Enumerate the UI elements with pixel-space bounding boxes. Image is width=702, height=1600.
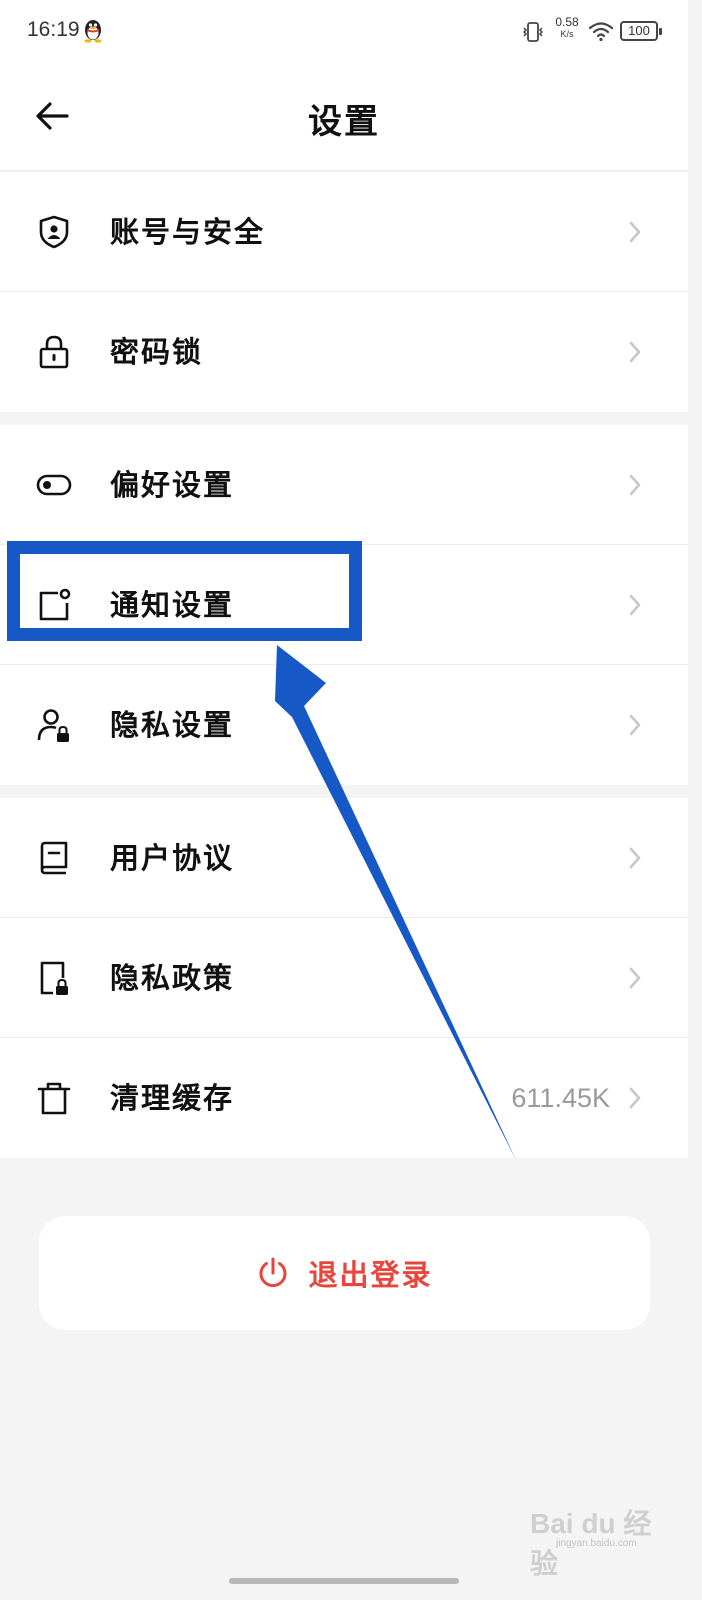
settings-item-label: 清理缓存 (110, 1081, 235, 1115)
user-lock-icon (37, 709, 69, 742)
logout-label: 退出登录 (308, 1258, 433, 1292)
home-indicator[interactable] (229, 1578, 459, 1584)
document-lock-icon (40, 961, 68, 995)
settings-item-label: 偏好设置 (110, 468, 235, 502)
page-title: 设置 (308, 102, 380, 142)
settings-item-label: 通知设置 (110, 588, 235, 622)
settings-item-label: 账号与安全 (110, 215, 266, 249)
settings-item-user-agreement[interactable]: 用户协议 (0, 798, 688, 918)
status-time: 16:19 (27, 18, 80, 41)
page-header: 设置 (0, 62, 688, 171)
chevron-right-icon (629, 341, 641, 363)
baidu-watermark: Bai du 经验 jingyan.baidu.com (524, 1494, 674, 1579)
settings-item-clear-cache[interactable]: 清理缓存 611.45K (0, 1038, 688, 1158)
settings-item-label: 隐私设置 (110, 708, 235, 742)
chevron-right-icon (629, 221, 641, 243)
settings-item-privacy-settings[interactable]: 隐私设置 (0, 665, 688, 785)
chevron-right-icon (629, 1087, 641, 1109)
watermark-subtext: jingyan.baidu.com (556, 1538, 637, 1549)
status-bar: 16:19 0.58 K/s 100 (0, 0, 688, 62)
chevron-right-icon (629, 474, 641, 496)
battery-indicator: 100 (620, 21, 662, 41)
network-speed-value: 0.58 (555, 15, 579, 29)
lock-icon (39, 335, 69, 369)
settings-item-password-lock[interactable]: 密码锁 (0, 292, 688, 412)
settings-group-legal: 用户协议 隐私政策 清理缓存 611.45K (0, 798, 688, 1158)
settings-item-account-security[interactable]: 账号与安全 (0, 172, 688, 292)
network-speed-unit: K/s (560, 29, 574, 39)
chevron-right-icon (629, 714, 641, 736)
settings-item-privacy-policy[interactable]: 隐私政策 (0, 918, 688, 1038)
toggle-icon (36, 474, 72, 496)
settings-group-account: 账号与安全 密码锁 (0, 172, 688, 412)
cache-size-value: 611.45K (511, 1083, 610, 1113)
settings-item-label: 密码锁 (110, 335, 204, 369)
wifi-icon (588, 22, 614, 42)
settings-item-preferences[interactable]: 偏好设置 (0, 425, 688, 545)
settings-item-label: 用户协议 (110, 841, 235, 875)
shield-user-icon (39, 215, 69, 249)
logout-button[interactable]: 退出登录 (39, 1216, 650, 1330)
chevron-right-icon (629, 594, 641, 616)
network-speed: 0.58 K/s (552, 16, 582, 39)
power-icon (260, 1257, 287, 1288)
vibrate-icon (522, 22, 544, 42)
settings-group-preferences: 偏好设置 通知设置 隐私设置 (0, 425, 688, 785)
settings-item-notifications[interactable]: 通知设置 (0, 545, 688, 665)
settings-screen: 16:19 0.58 K/s 100 设置 账号与安全 密码锁 偏好设置 通知设… (0, 0, 688, 1600)
chevron-right-icon (629, 847, 641, 869)
book-icon (40, 841, 68, 875)
chevron-right-icon (629, 967, 641, 989)
settings-item-label: 隐私政策 (110, 961, 235, 995)
trash-icon (37, 1082, 71, 1115)
qq-penguin-icon (84, 20, 102, 43)
notification-icon (39, 588, 71, 621)
